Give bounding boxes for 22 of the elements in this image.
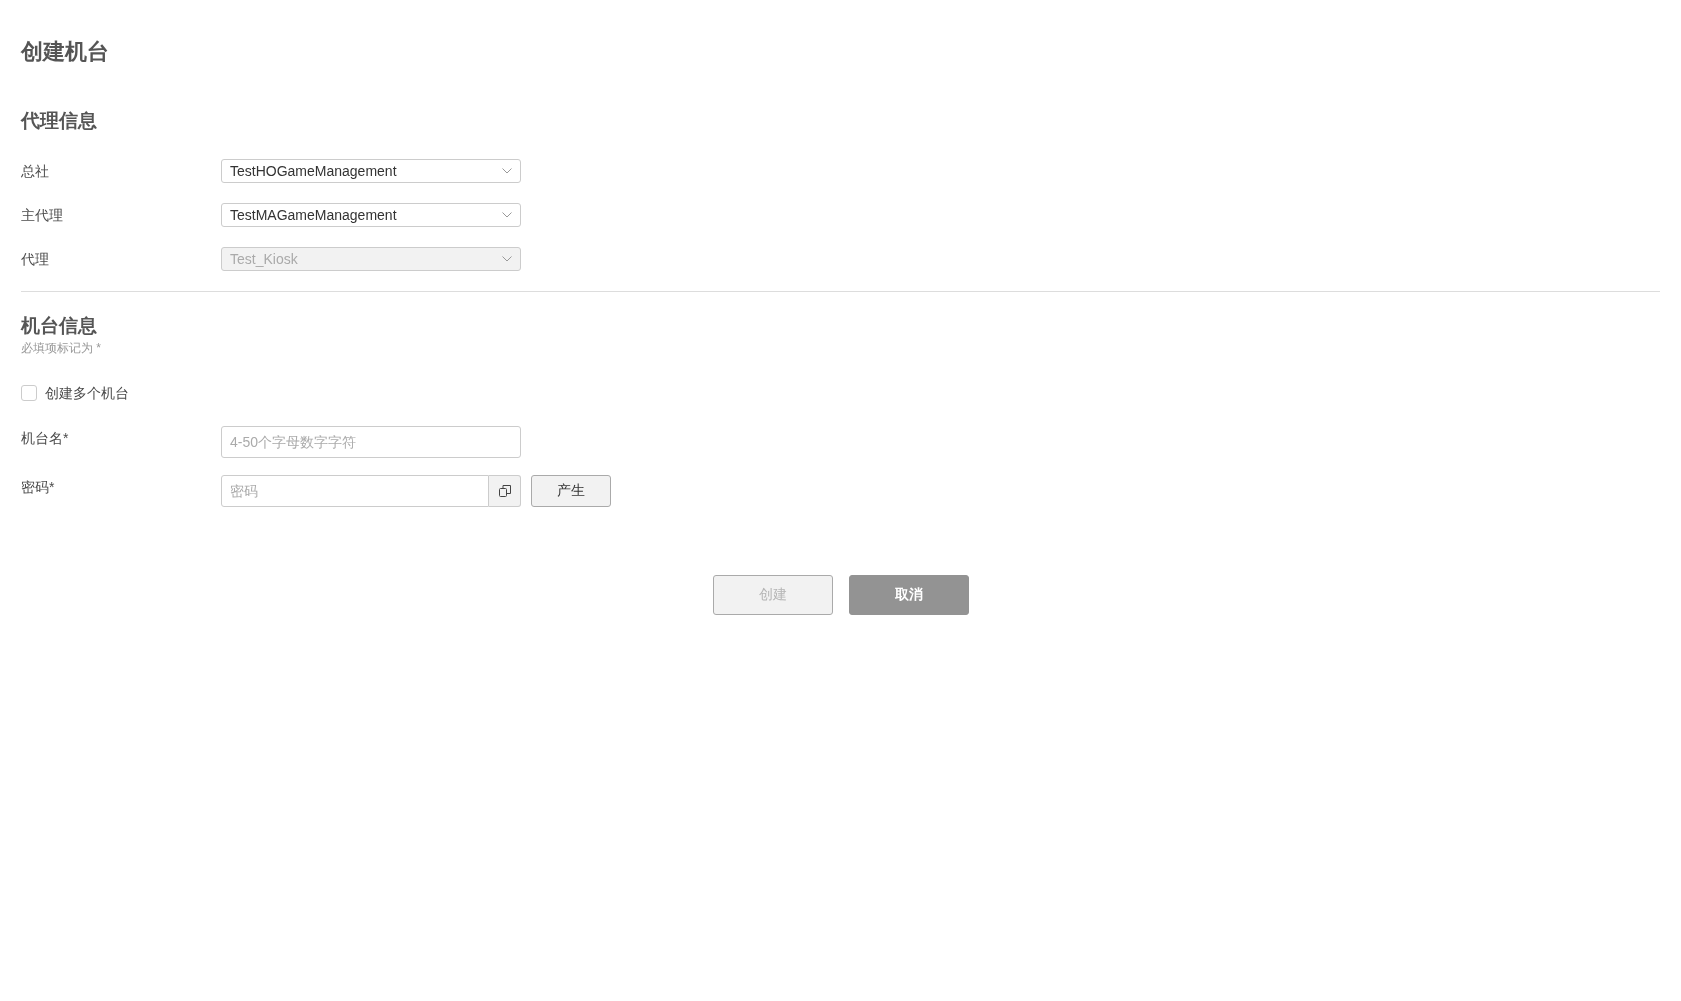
field-label: 代理 — [21, 250, 50, 270]
generate-button[interactable]: 产生 — [531, 474, 611, 507]
copy-button[interactable] — [489, 474, 521, 507]
field-label: 机台名* — [21, 428, 70, 448]
chevron-down-icon — [502, 256, 512, 263]
checkbox-label: 创建多个机台 — [45, 383, 129, 403]
select-field[interactable]: TestMAGameManagement — [221, 203, 521, 228]
chevron-down-icon — [502, 168, 512, 175]
required-note: 必填项标记为 * — [21, 339, 102, 357]
input-field[interactable]: 4-50个字母数字字符 — [221, 425, 521, 458]
field-label: 密码* — [21, 477, 56, 497]
page-title: 创建机台 — [21, 38, 110, 66]
chevron-down-icon — [502, 212, 512, 219]
checkbox[interactable] — [21, 385, 37, 402]
section-title: 代理信息 — [21, 108, 98, 133]
field-label: 主代理 — [21, 206, 64, 226]
select-field[interactable]: TestHOGameManagement — [221, 159, 521, 184]
copy-icon — [497, 483, 512, 498]
password-field[interactable]: 密码 — [221, 474, 489, 507]
select-field: Test_Kiosk — [221, 247, 521, 272]
field-label: 总社 — [21, 162, 50, 182]
section-title: 机台信息 — [21, 314, 98, 339]
